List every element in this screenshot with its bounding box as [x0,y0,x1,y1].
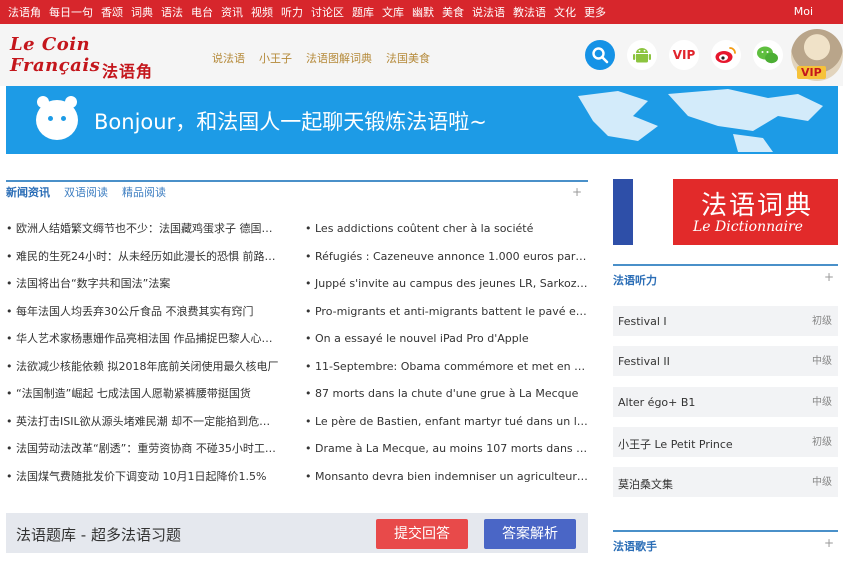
list-item[interactable]: • “法国制造”崛起 七成法国人愿勒紧裤腰带挺国货 [6,387,291,415]
list-item[interactable]: • 难民的生死24小时：从未经历如此漫长的恐惧 前路… [6,250,291,278]
news-section-header: 新闻资讯 双语阅读 精品阅读 + [6,180,588,202]
list-item[interactable]: Alter égo+ B1 中级 [613,387,838,417]
list-item[interactable]: • 欧洲人结婚繁文缛节也不少：法国藏鸡蛋求子 德国… [6,222,291,250]
level-badge: 中级 [812,477,832,488]
flag-white-stripe [633,179,673,245]
nav-item-home[interactable]: 法语角 [8,4,41,20]
list-item[interactable]: • Réfugiés : Cazeneuve annonce 1.000 eur… [305,250,589,278]
list-item[interactable]: • Monsanto devra bien indemniser un agri… [305,470,589,498]
nav-item-video[interactable]: 视频 [251,4,273,20]
tab-bilingual-reading[interactable]: 双语阅读 [64,184,108,200]
submit-answer-button[interactable]: 提交回答 [376,519,468,549]
header-links: 说法语 小王子 法语图解词典 法国美食 [212,50,444,66]
list-item[interactable]: • On a essayé le nouvel iPad Pro d'Apple [305,332,589,360]
header-link-visual-dictionary[interactable]: 法语图解词典 [306,50,372,66]
listening-name: Festival I [618,315,667,328]
vip-badge: VIP [797,66,826,79]
nav-item-library[interactable]: 文库 [382,4,404,20]
quiz-section: 法语题库 - 超多法语习题 提交回答 答案解析 [6,513,588,553]
header-link-french-food[interactable]: 法国美食 [386,50,430,66]
answer-explanation-button[interactable]: 答案解析 [484,519,576,549]
list-item[interactable]: Festival I 初级 [613,306,838,336]
dictionary-banner[interactable]: 法语词典 Le Dictionnaire [613,179,838,245]
list-item[interactable]: • Le père de Bastien, enfant martyr tué … [305,415,589,443]
more-news-icon[interactable]: + [572,185,582,199]
list-item[interactable]: • 11-Septembre: Obama commémore et met e… [305,360,589,388]
nav-item-food[interactable]: 美食 [442,4,464,20]
nav-item-listening[interactable]: 听力 [281,4,303,20]
weibo-icon[interactable] [711,40,741,70]
list-item[interactable]: • 每年法国人均丢弃30公斤食品 不浪费其实有窍门 [6,305,291,333]
world-map-graphic [578,89,823,152]
more-singers-icon[interactable]: + [824,536,834,550]
vip-icon[interactable]: VIP [669,40,699,70]
bear-mascot-icon [36,96,78,140]
news-list-french: • Les addictions coûtent cher à la socié… [305,222,589,497]
level-badge: 中级 [812,356,832,367]
list-item[interactable]: • Les addictions coûtent cher à la socié… [305,222,589,250]
level-badge: 中级 [812,397,832,408]
nav-item-news[interactable]: 资讯 [221,4,243,20]
top-nav-bar: 法语角 每日一句 香颂 词典 语法 电台 资讯 视频 听力 讨论区 题库 文库 … [0,0,843,24]
search-icon[interactable] [585,40,615,70]
nav-item-radio[interactable]: 电台 [191,4,213,20]
nav-item-dictionary[interactable]: 词典 [131,4,153,20]
list-item[interactable]: • 87 morts dans la chute d'une grue à La… [305,387,589,415]
promo-banner[interactable]: Bonjour，和法国人一起聊天锻炼法语啦~ [6,86,838,154]
nav-item-more[interactable]: 更多 [584,4,606,20]
singers-section-header: 法语歌手 + [613,530,838,554]
list-item[interactable]: • 英法打击ISIL欲从源头堵难民潮 却不一定能掐到危… [6,415,291,443]
list-item[interactable]: • 华人艺术家杨惠姗作品亮相法国 作品捕捉巴黎人心… [6,332,291,360]
list-item[interactable]: • Pro-migrants et anti-migrants battent … [305,305,589,333]
bear-eye-icon [48,116,53,121]
dictionary-subtitle: Le Dictionnaire [693,219,803,235]
avatar[interactable]: VIP [791,29,843,81]
nav-item-daily-sentence[interactable]: 每日一句 [49,4,93,20]
news-list-chinese: • 欧洲人结婚繁文缛节也不少：法国藏鸡蛋求子 德国… • 难民的生死24小时：从… [6,222,291,497]
header-link-little-prince[interactable]: 小王子 [259,50,292,66]
flag-blue-stripe [613,179,633,245]
nav-item-grammar[interactable]: 语法 [161,4,183,20]
list-item[interactable]: • 法国劳动法改革“剧透”：重劳资协商 不碰35小时工… [6,442,291,470]
header-link-speak-french[interactable]: 说法语 [212,50,245,66]
singers-title[interactable]: 法语歌手 [613,538,657,554]
listening-name: 小王子 Le Petit Prince [618,438,733,451]
list-item[interactable]: 小王子 Le Petit Prince 初级 [613,427,838,457]
tab-news[interactable]: 新闻资讯 [6,184,50,200]
header-icons: VIP VIP [573,24,843,86]
nav-item-forum[interactable]: 讨论区 [311,4,344,20]
nav-item-teach-french[interactable]: 教法语 [513,4,546,20]
listening-name: Festival II [618,355,670,368]
listening-section-header: 法语听力 + [613,264,838,288]
level-badge: 初级 [812,437,832,448]
listening-name: 莫泊桑文集 [618,478,673,491]
more-listening-icon[interactable]: + [824,270,834,284]
banner-text: Bonjour，和法国人一起聊天锻炼法语啦~ [94,110,487,134]
list-item[interactable]: • Drame à La Mecque, au moins 107 morts … [305,442,589,470]
nav-item-humor[interactable]: 幽默 [412,4,434,20]
nav-item-culture[interactable]: 文化 [554,4,576,20]
nav-item-question-bank[interactable]: 题库 [352,4,374,20]
android-icon[interactable] [627,40,657,70]
user-menu-link[interactable]: Moi [794,5,813,18]
wechat-icon[interactable] [753,40,783,70]
list-item[interactable]: • Juppé s'invite au campus des jeunes LR… [305,277,589,305]
dictionary-title: 法语词典 [701,191,814,221]
site-header: Le Coin Français 法语角 说法语 小王子 法语图解词典 法国美食… [0,24,843,86]
site-logo[interactable]: Le Coin Français 法语角 [10,34,175,81]
list-item[interactable]: • 法国煤气费随批发价下调变动 10月1日起降价1.5% [6,470,291,498]
listening-title[interactable]: 法语听力 [613,272,657,288]
nav-item-speak-french[interactable]: 说法语 [472,4,505,20]
listening-name: Alter égo+ B1 [618,396,696,409]
nav-item-chanson[interactable]: 香颂 [101,4,123,20]
list-item[interactable]: • 法欲减少核能依赖 拟2018年底前关闭使用最久核电厂 [6,360,291,388]
bear-eye-icon [61,116,66,121]
list-item[interactable]: • 法国将出台“数字共和国法”法案 [6,277,291,305]
logo-chinese-text: 法语角 [102,62,154,81]
list-item[interactable]: Festival II 中级 [613,346,838,376]
quiz-title: 法语题库 - 超多法语习题 [16,526,181,544]
level-badge: 初级 [812,316,832,327]
tab-featured-reading[interactable]: 精品阅读 [122,184,166,200]
list-item[interactable]: 莫泊桑文集 中级 [613,467,838,497]
